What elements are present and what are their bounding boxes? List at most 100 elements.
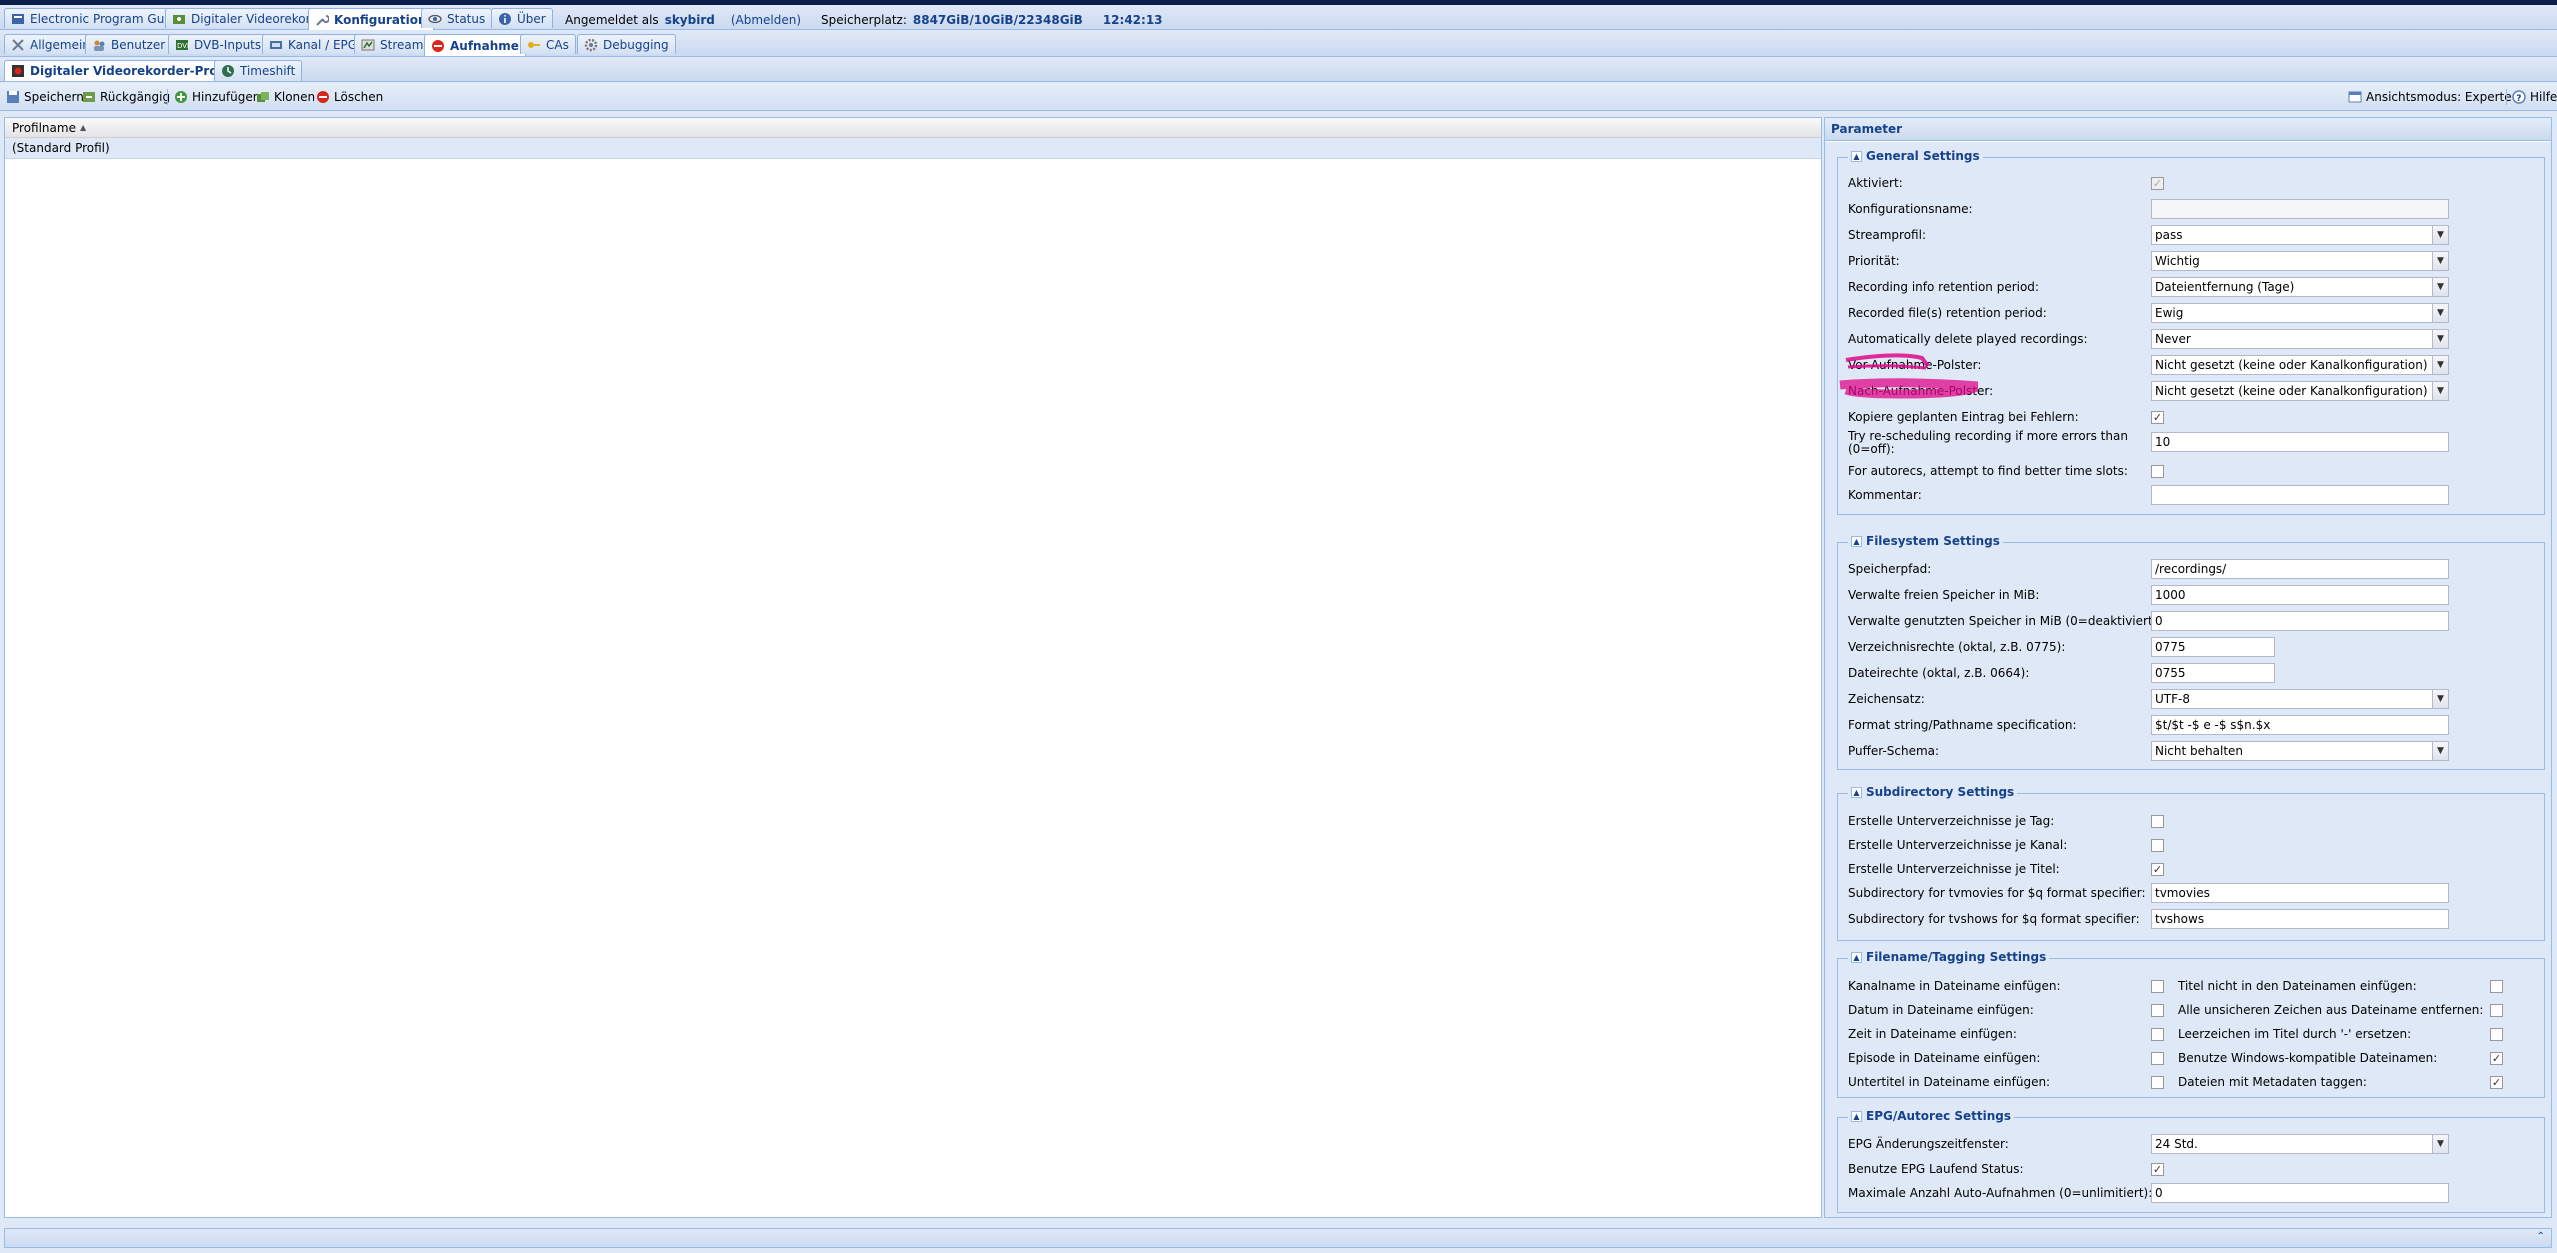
info-retention-select[interactable]: Dateientfernung (Tage) ▼ <box>2151 277 2449 297</box>
tab-label: DVB-Inputs <box>194 37 262 52</box>
episode-label: Episode in Dateiname einfügen: <box>1848 1051 2041 1065</box>
per-channel-checkbox[interactable] <box>2151 839 2164 852</box>
tab-configuration[interactable]: Konfiguration <box>308 8 434 30</box>
file-retention-select[interactable]: Ewig ▼ <box>2151 303 2449 323</box>
add-button[interactable]: Hinzufügen <box>174 87 260 106</box>
clone-label: Klonen <box>274 89 316 104</box>
chevron-down-icon[interactable]: ▼ <box>2432 330 2448 348</box>
time-checkbox[interactable] <box>2151 1028 2164 1041</box>
expand-up-icon[interactable]: ⌃ <box>2537 1231 2545 1242</box>
chevron-down-icon[interactable]: ▼ <box>2432 278 2448 296</box>
tab-about[interactable]: Über <box>491 8 553 28</box>
stream-profile-select[interactable]: pass ▼ <box>2151 225 2449 245</box>
date-checkbox[interactable] <box>2151 1004 2164 1017</box>
chevron-down-icon[interactable]: ▼ <box>2432 226 2448 244</box>
save-button[interactable]: Speichern <box>6 87 84 106</box>
chevron-down-icon[interactable]: ▼ <box>2432 742 2448 760</box>
storage-path-input[interactable]: /recordings/ <box>2151 559 2449 579</box>
filesystem-settings-legend[interactable]: ▲ Filesystem Settings <box>1848 534 2003 548</box>
windows-names-checkbox[interactable]: ✓ <box>2490 1052 2503 1065</box>
help-button[interactable]: ? Hilfe <box>2512 87 2557 106</box>
chevron-down-icon[interactable]: ▼ <box>2432 382 2448 400</box>
save-label: Speichern <box>24 89 84 104</box>
replace-spaces-checkbox[interactable] <box>2490 1028 2503 1041</box>
free-space-input[interactable]: 1000 <box>2151 585 2449 605</box>
unsafe-chars-label: Alle unsicheren Zeichen aus Dateiname en… <box>2178 1003 2484 1017</box>
enabled-checkbox[interactable]: ✓ <box>2151 177 2164 190</box>
column-header-profile-name[interactable]: Profilname <box>12 121 76 135</box>
chevron-down-icon[interactable]: ▼ <box>2432 690 2448 708</box>
per-day-checkbox[interactable] <box>2151 815 2164 828</box>
tab-timeshift[interactable]: Timeshift <box>214 60 303 81</box>
config-tab-bar: Allgemein Benutzer DVB DVB-Inputs Kanal … <box>0 31 2557 57</box>
used-space-input[interactable]: 0 <box>2151 611 2449 631</box>
episode-checkbox[interactable] <box>2151 1052 2164 1065</box>
tab-dvb-inputs[interactable]: DVB DVB-Inputs <box>168 34 269 54</box>
charset-select[interactable]: UTF-8 ▼ <box>2151 689 2449 709</box>
autorec-slots-checkbox[interactable] <box>2151 465 2164 478</box>
auto-delete-select[interactable]: Never ▼ <box>2151 329 2449 349</box>
pre-padding-select[interactable]: Nicht gesetzt (keine oder Kanalkonfigura… <box>2151 355 2449 375</box>
tab-general[interactable]: Allgemein <box>4 34 97 54</box>
chevron-down-icon[interactable]: ▼ <box>2432 1135 2448 1153</box>
filename-settings-section: ▲ Filename/Tagging Settings Kanalname in … <box>1837 950 2545 1098</box>
tab-recording[interactable]: Aufnahme <box>424 34 526 56</box>
filename-settings-legend[interactable]: ▲ Filename/Tagging Settings <box>1848 950 2050 964</box>
tab-channel-epg[interactable]: Kanal / EPG <box>262 34 365 54</box>
collapse-icon: ▲ <box>1851 1110 1862 1122</box>
comment-input[interactable] <box>2151 485 2449 505</box>
channel-name-checkbox[interactable] <box>2151 980 2164 993</box>
no-title-checkbox[interactable] <box>2490 980 2503 993</box>
priority-value: Wichtig <box>2155 254 2200 268</box>
section-title: General Settings <box>1866 149 1980 163</box>
tvmovies-input[interactable]: tvmovies <box>2151 883 2449 903</box>
subdirectory-settings-legend[interactable]: ▲ Subdirectory Settings <box>1848 785 2018 799</box>
tagging-checkbox[interactable]: ✓ <box>2490 1076 2503 1089</box>
tab-stream[interactable]: Stream <box>354 34 431 54</box>
epg-autorec-settings-legend[interactable]: ▲ EPG/Autorec Settings <box>1848 1109 2015 1123</box>
view-mode-icon <box>2348 91 2362 102</box>
tab-label: Timeshift <box>240 64 296 78</box>
tvshows-input[interactable]: tvshows <box>2151 909 2449 929</box>
priority-select[interactable]: Wichtig ▼ <box>2151 251 2449 271</box>
delete-button[interactable]: Löschen <box>316 87 383 106</box>
format-input[interactable]: $t/$t -$ e -$ s$n.$x <box>2151 715 2449 735</box>
collapse-icon: ▲ <box>1851 951 1862 963</box>
view-mode-button[interactable]: Ansichtsmodus: Experte ▼ <box>2348 87 2522 106</box>
chevron-down-icon[interactable]: ▼ <box>2432 304 2448 322</box>
tab-users[interactable]: Benutzer <box>85 34 173 54</box>
autorec-slots-label: For autorecs, attempt to find better tim… <box>1848 464 2128 478</box>
subdirectory-settings-section: ▲ Subdirectory Settings Erstelle Unterver… <box>1837 785 2545 941</box>
clone-button[interactable]: Klonen <box>256 87 315 106</box>
dir-perm-input[interactable]: 0775 <box>2151 637 2275 657</box>
tvmovies-label: Subdirectory for tvmovies for $q format … <box>1848 886 2146 900</box>
epg-window-value: 24 Std. <box>2155 1137 2198 1151</box>
logout-link[interactable]: (Abmelden) <box>731 13 801 27</box>
max-autorec-input[interactable]: 0 <box>2151 1183 2449 1203</box>
subtitle-checkbox[interactable] <box>2151 1076 2164 1089</box>
reschedule-input[interactable]: 10 <box>2151 432 2449 452</box>
stream-icon <box>361 39 375 50</box>
chevron-down-icon[interactable]: ▼ <box>2432 356 2448 374</box>
tab-status[interactable]: Status <box>421 8 493 28</box>
chevron-down-icon[interactable]: ▼ <box>2432 252 2448 270</box>
tab-dvr-profiles[interactable]: Digitaler Videorekorder-Profile <box>4 60 246 81</box>
buffer-select[interactable]: Nicht behalten ▼ <box>2151 741 2449 761</box>
table-row[interactable]: (Standard Profil) <box>5 138 1821 159</box>
tab-debugging[interactable]: Debugging <box>577 34 676 54</box>
copy-on-error-checkbox[interactable]: ✓ <box>2151 411 2164 424</box>
unsafe-chars-checkbox[interactable] <box>2490 1004 2503 1017</box>
epg-running-checkbox[interactable]: ✓ <box>2151 1163 2164 1176</box>
epg-window-select[interactable]: 24 Std. ▼ <box>2151 1134 2449 1154</box>
tab-cas[interactable]: CAs <box>520 34 576 54</box>
tab-epg[interactable]: Electronic Program Guide <box>4 8 190 28</box>
parameter-panel: Parameter ▲ General Settings Aktiviert: ✓… <box>1824 117 2552 1218</box>
replace-spaces-label: Leerzeichen im Titel durch '-' ersetzen: <box>2178 1027 2412 1041</box>
file-perm-input[interactable]: 0755 <box>2151 663 2275 683</box>
per-title-checkbox[interactable]: ✓ <box>2151 863 2164 876</box>
undo-button[interactable]: Rückgängig <box>82 87 170 106</box>
tab-label: Konfiguration <box>334 12 427 27</box>
post-padding-select[interactable]: Nicht gesetzt (keine oder Kanalkonfigura… <box>2151 381 2449 401</box>
config-name-input[interactable] <box>2151 199 2449 219</box>
general-settings-legend[interactable]: ▲ General Settings <box>1848 149 1983 163</box>
